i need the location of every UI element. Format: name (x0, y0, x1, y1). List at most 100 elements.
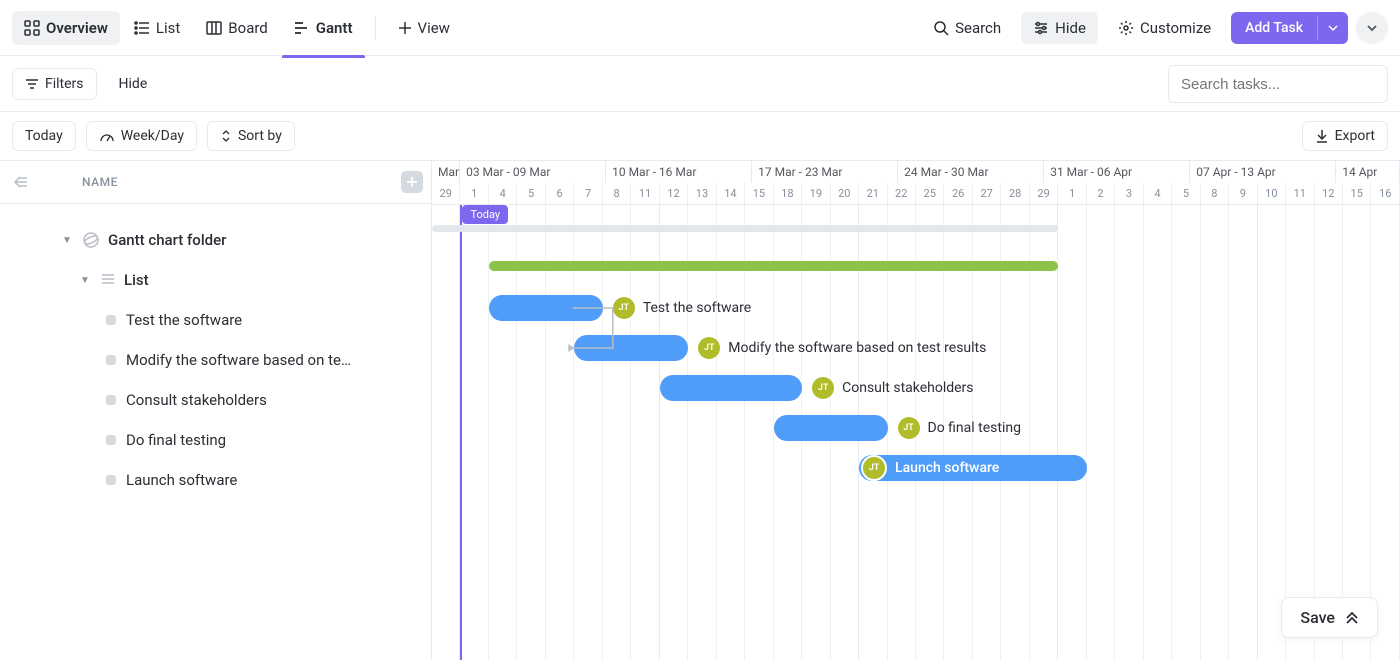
tab-board[interactable]: Board (194, 11, 279, 45)
gantt-icon (294, 20, 310, 36)
tab-overview[interactable]: Overview (12, 11, 120, 45)
gantt-task-bar[interactable] (660, 375, 802, 401)
summary-bar[interactable] (432, 225, 1058, 232)
add-task-dropdown[interactable] (1317, 15, 1348, 41)
grid-column (1058, 205, 1086, 660)
grid-column (603, 205, 631, 660)
grid-column (688, 205, 716, 660)
gantt-task-label: Modify the software based on test result… (728, 340, 986, 356)
scale-button[interactable]: Week/Day (86, 121, 197, 151)
day-header-cell: 15 (745, 183, 773, 205)
gantt-timeline[interactable]: Mar03 Mar - 09 Mar10 Mar - 16 Mar17 Mar … (432, 160, 1400, 660)
gantt-task-label-group: JT Modify the software based on test resu… (698, 335, 986, 361)
grid-column (745, 205, 773, 660)
grid-column (1201, 205, 1229, 660)
task-name: Launch software (126, 471, 237, 489)
add-view-button[interactable]: View (386, 11, 462, 45)
filter-toolbar: Filters Hide (0, 56, 1400, 112)
week-header-cell: 24 Mar - 30 Mar (898, 161, 1044, 183)
gantt-task-label: Consult stakeholders (842, 380, 973, 396)
grid-column (1258, 205, 1286, 660)
assignee-avatar[interactable]: JT (861, 455, 887, 481)
grid-column (517, 205, 545, 660)
collapse-panel-button[interactable] (12, 175, 28, 189)
day-header-cell: 19 (802, 183, 830, 205)
task-row[interactable]: Modify the software based on te… (0, 340, 431, 380)
chevron-down-icon (1328, 23, 1338, 33)
gantt-task-bar[interactable]: JTLaunch software (859, 455, 1087, 481)
grid-column (631, 205, 659, 660)
week-header-cell: 10 Mar - 16 Mar (606, 161, 752, 183)
filters-button[interactable]: Filters (12, 68, 97, 100)
search-label: Search (955, 19, 1001, 37)
day-header-cell: 21 (859, 183, 887, 205)
task-row[interactable]: Do final testing (0, 420, 431, 460)
week-header-row: Mar03 Mar - 09 Mar10 Mar - 16 Mar17 Mar … (432, 161, 1400, 183)
hide-label: Hide (1055, 19, 1086, 37)
folder-row[interactable]: ▼ Gantt chart folder (0, 220, 431, 260)
filter-icon (25, 77, 39, 91)
week-header-cell: 17 Mar - 23 Mar (752, 161, 898, 183)
gantt-task-bar[interactable] (574, 335, 688, 361)
tab-list-label: List (156, 19, 180, 37)
scale-label: Week/Day (121, 128, 184, 144)
export-button[interactable]: Export (1302, 121, 1388, 151)
gantt-task-label-group: JTDo final testing (898, 415, 1021, 441)
day-header-cell: 4 (489, 183, 517, 205)
grid-column (432, 205, 460, 660)
day-header-cell: 3 (1115, 183, 1143, 205)
tab-gantt[interactable]: Gantt (282, 11, 365, 45)
more-menu-button[interactable] (1356, 12, 1388, 44)
save-button[interactable]: Save (1281, 597, 1378, 638)
tab-board-label: Board (228, 19, 267, 37)
assignee-avatar[interactable]: JT (898, 417, 920, 439)
today-line (460, 205, 462, 660)
folder-icon (82, 231, 100, 249)
folder-caret[interactable]: ▼ (62, 235, 74, 246)
gantt-task-bar[interactable] (489, 295, 603, 321)
grid-column (546, 205, 574, 660)
task-row[interactable]: Launch software (0, 460, 431, 500)
chevrons-up-icon (1345, 611, 1359, 625)
search-icon (933, 20, 949, 36)
hide-link[interactable]: Hide (107, 69, 160, 99)
grid-column (489, 205, 517, 660)
task-row[interactable]: Consult stakeholders (0, 380, 431, 420)
day-header-cell: 29 (1030, 183, 1058, 205)
tab-list[interactable]: List (122, 11, 192, 45)
day-header-cell: 25 (916, 183, 944, 205)
timeline-body[interactable]: TodayJTTest the softwareJTModify the sof… (432, 205, 1400, 660)
sort-button[interactable]: Sort by (207, 121, 295, 151)
task-tree: ▼ Gantt chart folder ▼ List Test the sof… (0, 204, 431, 500)
search-tasks-input[interactable] (1168, 65, 1388, 103)
grid-column (1087, 205, 1115, 660)
search-tasks-field[interactable] (1181, 76, 1375, 93)
list-icon (134, 20, 150, 36)
assignee-avatar[interactable]: JT (613, 297, 635, 319)
customize-button[interactable]: Customize (1106, 12, 1223, 44)
task-name: Test the software (126, 311, 242, 329)
assignee-avatar[interactable]: JT (812, 377, 834, 399)
day-header-cell: 29 (432, 183, 460, 205)
today-button[interactable]: Today (12, 121, 76, 151)
grid-column (1315, 205, 1343, 660)
task-status-dot (106, 355, 116, 365)
tab-gantt-label: Gantt (316, 19, 353, 37)
add-column-button[interactable] (401, 171, 423, 193)
task-row[interactable]: Test the software (0, 300, 431, 340)
gantt-task-bar[interactable] (774, 415, 888, 441)
grid-column (1286, 205, 1314, 660)
hide-button[interactable]: Hide (1021, 12, 1098, 44)
day-header-cell: 8 (603, 183, 631, 205)
sort-icon (220, 129, 232, 143)
search-button[interactable]: Search (921, 12, 1013, 44)
board-icon (206, 20, 222, 36)
grid-column (1172, 205, 1200, 660)
group-bar[interactable] (489, 261, 1058, 271)
timeline-header: Mar03 Mar - 09 Mar10 Mar - 16 Mar17 Mar … (432, 161, 1400, 205)
add-task-button[interactable]: Add Task (1231, 12, 1348, 44)
assignee-avatar[interactable]: JT (698, 337, 720, 359)
collapse-icon (12, 175, 28, 189)
list-caret[interactable]: ▼ (80, 275, 92, 286)
list-row[interactable]: ▼ List (0, 260, 431, 300)
